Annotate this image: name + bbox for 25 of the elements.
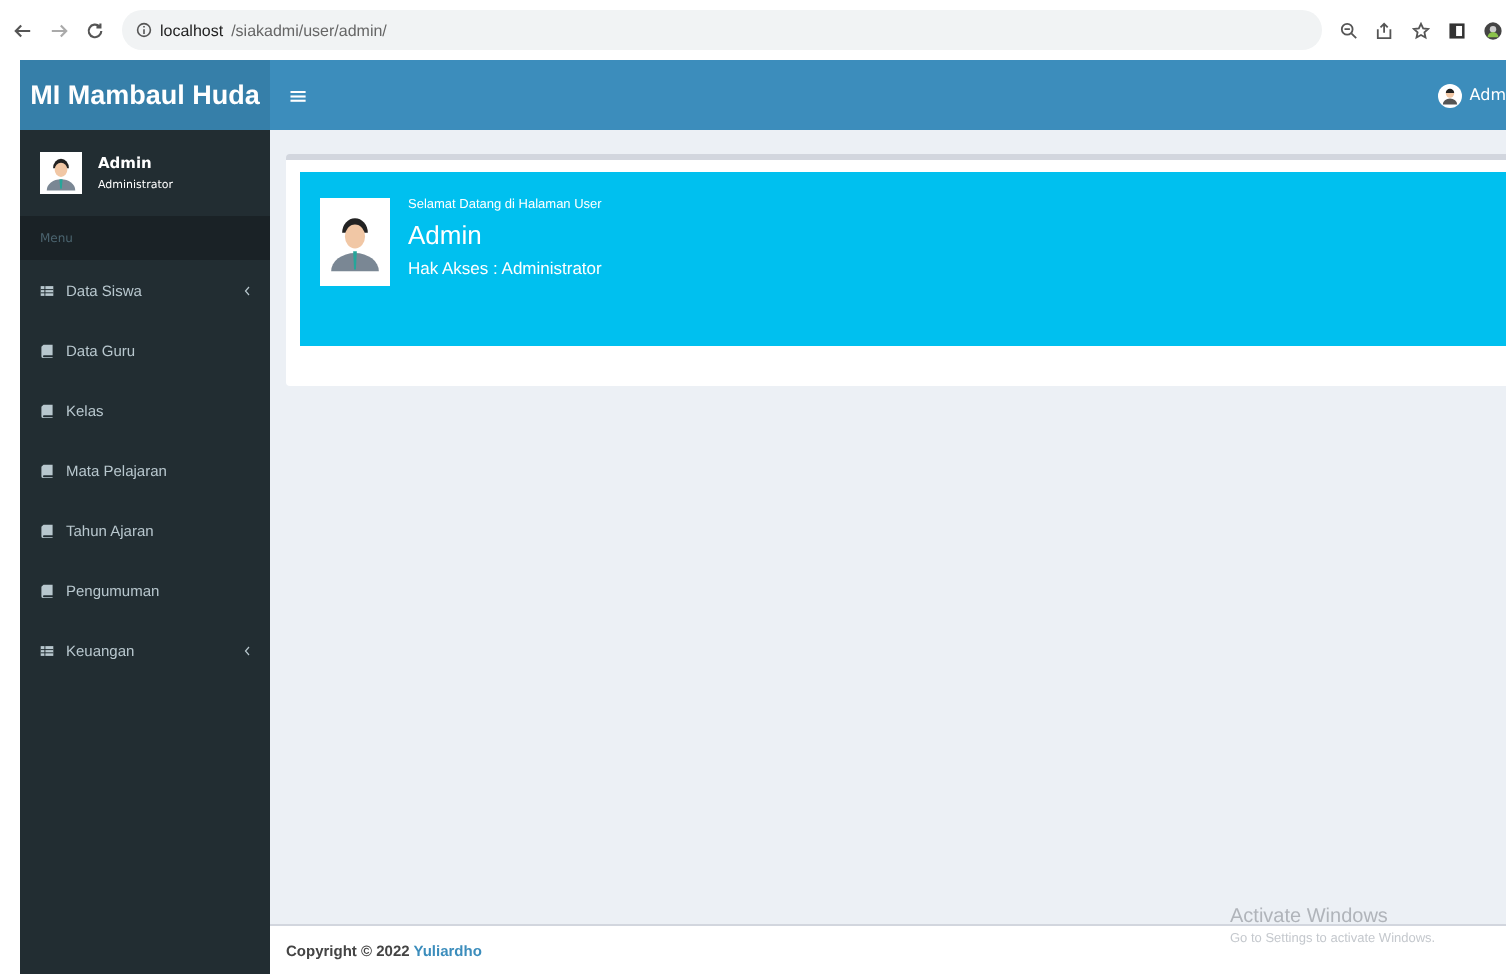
chevron-left-icon: [244, 285, 250, 295]
book-icon: [40, 463, 54, 477]
book-icon: [40, 583, 54, 597]
zoom-icon[interactable]: [1340, 21, 1358, 39]
user-avatar-icon: [1437, 83, 1462, 107]
menu-toggle[interactable]: ≡: [288, 81, 309, 109]
share-icon[interactable]: [1376, 21, 1394, 39]
info-icon: [136, 22, 152, 38]
sidebar-panel-icon[interactable]: [1448, 21, 1466, 39]
user-menu[interactable]: Adm: [1437, 83, 1506, 107]
book-icon: [40, 523, 54, 537]
profile-avatar-icon[interactable]: [1484, 21, 1502, 39]
table-icon: [40, 283, 54, 297]
table-icon: [40, 643, 54, 657]
brand-logo[interactable]: MI Mambaul Huda: [20, 60, 270, 130]
reload-icon[interactable]: [86, 21, 104, 39]
address-bar[interactable]: localhost /siakadmi/user/admin/: [122, 10, 1322, 50]
access-level: Hak Akses : Administrator: [408, 258, 602, 278]
activation-title: Activate Windows: [1230, 906, 1390, 928]
chevron-left-icon: [244, 645, 250, 655]
back-arrow-icon[interactable]: [14, 21, 32, 39]
user-name: Admin: [408, 220, 484, 250]
star-icon[interactable]: [1412, 21, 1430, 39]
book-icon: [40, 403, 54, 417]
book-icon: [40, 343, 54, 357]
